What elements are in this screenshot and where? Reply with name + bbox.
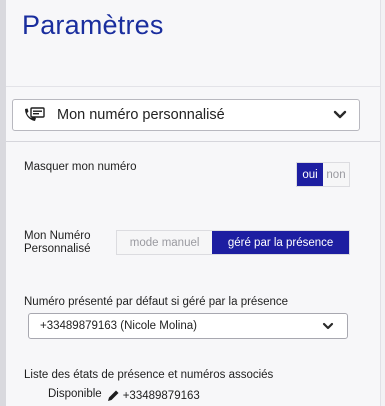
settings-panel — [6, 0, 381, 406]
mask-number-yes[interactable]: oui — [297, 163, 323, 186]
chevron-down-icon — [327, 110, 353, 120]
mode-presence-option[interactable]: géré par la présence — [212, 231, 349, 254]
title-divider — [6, 86, 380, 87]
default-number-value: +33489879163 (Nicole Molina) — [40, 320, 197, 332]
custom-number-mode-toggle[interactable]: mode manuel géré par la présence — [116, 230, 350, 255]
custom-number-label-line1: Mon Numéro — [24, 230, 91, 242]
default-number-dropdown[interactable]: +33489879163 (Nicole Molina) — [28, 313, 348, 339]
presence-list-label: Liste des états de présence et numéros a… — [24, 369, 274, 381]
pencil-icon[interactable] — [107, 389, 120, 402]
section-divider — [6, 141, 380, 142]
page-title: Paramètres — [22, 10, 164, 40]
presence-number: +33489879163 — [122, 389, 200, 402]
line-selector-label: Mon numéro personnalisé — [57, 107, 225, 123]
default-number-label: Numéro présenté par défaut si géré par l… — [24, 296, 289, 308]
presence-state: Disponible — [48, 387, 102, 400]
custom-number-label-line2: Personnalisé — [24, 243, 91, 255]
mode-manual-option[interactable]: mode manuel — [117, 231, 212, 254]
custom-number-label: Mon Numéro Personnalisé — [24, 230, 90, 256]
mask-number-label: Masquer mon numéro — [24, 161, 137, 173]
phone-card-icon — [23, 107, 51, 123]
mask-number-no[interactable]: non — [323, 163, 349, 186]
presence-item: Disponible +33489879163 — [48, 385, 200, 402]
mask-number-toggle[interactable]: oui non — [296, 162, 350, 187]
chevron-down-icon — [315, 322, 341, 331]
line-selector-dropdown[interactable]: Mon numéro personnalisé — [12, 99, 360, 131]
